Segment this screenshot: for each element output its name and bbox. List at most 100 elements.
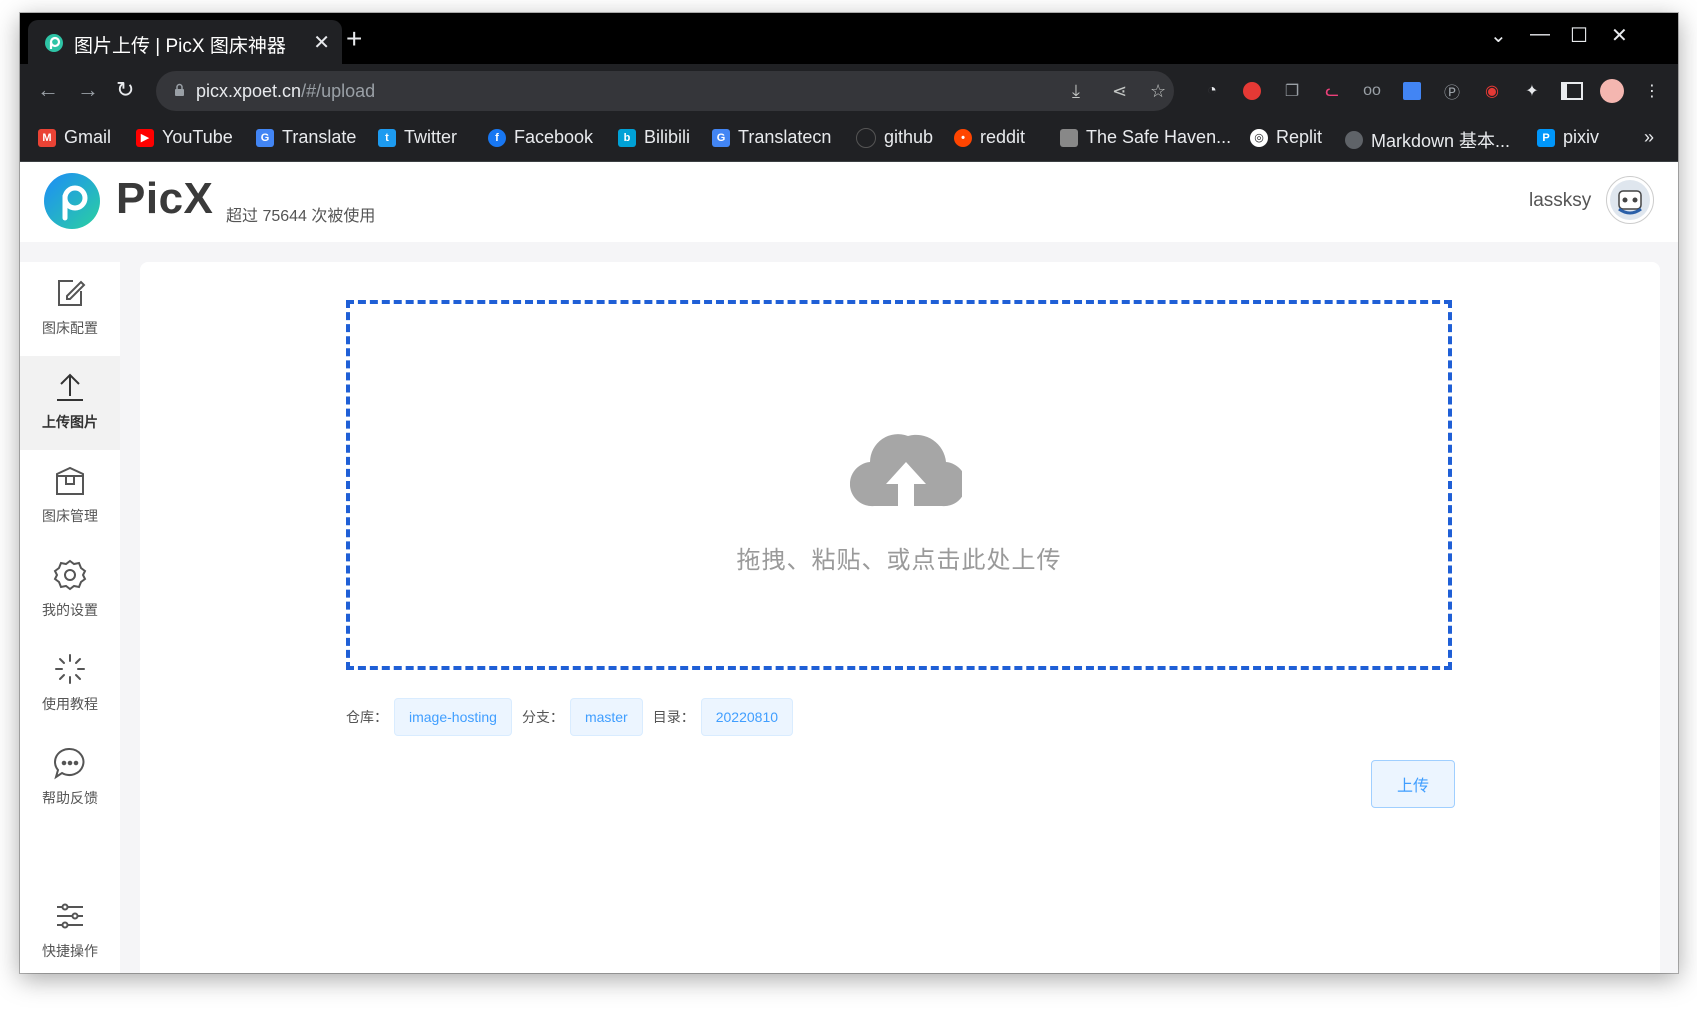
dir-label: 目录： (652, 709, 695, 725)
sliders-icon (57, 903, 83, 929)
repo-label: 仓库： (346, 709, 388, 725)
bookmark-translatecn[interactable]: G Translatecn (712, 127, 831, 148)
install-app-icon[interactable]: ⤓ (1072, 81, 1080, 102)
sidebar-item-tutorial[interactable]: 使用教程 (20, 638, 120, 732)
browser-tab[interactable]: 图片上传 | PicX 图床神器 ✕ (28, 20, 342, 64)
bookmark-star-icon[interactable]: ☆ (1150, 81, 1166, 102)
extension-p-icon[interactable]: Ⓟ (1440, 79, 1464, 103)
sidebar-item-label: 我的设置 (42, 602, 98, 618)
loading-icon (55, 654, 85, 684)
bookmark-youtube[interactable]: ▶ YouTube (136, 127, 233, 148)
forward-icon[interactable]: → (77, 78, 99, 102)
bookmark-translate[interactable]: G Translate (256, 127, 356, 148)
sidebar-item-feedback[interactable]: 帮助反馈 (20, 732, 120, 826)
sidebar-item-shortcuts[interactable]: 快捷操作 (20, 885, 120, 973)
profile-avatar[interactable] (1600, 79, 1624, 103)
bookmark-label: Replit (1276, 127, 1323, 147)
extension-glasses-icon[interactable]: oo (1360, 79, 1384, 103)
extension-weibo-icon[interactable]: ◉ (1480, 79, 1504, 103)
browser-toolbar: ← → ↻ picx.xpoet.cn/#/upload ⤓ ⋖ ☆ ◔ ❐ ᓚ… (20, 64, 1678, 118)
bookmark-facebook[interactable]: f Facebook (488, 127, 593, 148)
browser-window: 图片上传 | PicX 图床神器 ✕ + ⌄ — ☐ ✕ ← → ↻ picx.… (20, 13, 1678, 973)
extension-cat-icon[interactable]: ᓚ (1320, 79, 1344, 103)
bookmark-bilibili[interactable]: b Bilibili (618, 127, 690, 148)
extensions-puzzle-icon[interactable]: ✦ (1520, 79, 1544, 103)
new-tab-button[interactable]: + (346, 25, 362, 53)
tab-close-icon[interactable]: ✕ (313, 30, 330, 55)
sidebar-item-label: 快捷操作 (42, 943, 98, 959)
repo-tag: image-hosting (394, 698, 512, 736)
bookmark-label: pixiv (1563, 127, 1600, 147)
bookmark-github[interactable]: github (856, 127, 933, 148)
close-window-icon[interactable]: ✕ (1611, 23, 1628, 48)
bookmark-label: Markdown 基本... (1371, 131, 1511, 151)
brand-name: PicX (116, 174, 214, 223)
picx-logo[interactable] (43, 172, 101, 230)
username[interactable]: lassksy (1529, 190, 1591, 212)
tab-title: 图片上传 | PicX 图床神器 (74, 36, 286, 57)
url-text: picx.xpoet.cn/#/upload (196, 81, 375, 102)
gear-icon (53, 559, 87, 591)
sidebar-item-manage[interactable]: 图床管理 (20, 450, 120, 544)
bookmark-safe-haven[interactable]: The Safe Haven... (1060, 127, 1231, 148)
bookmark-label: The Safe Haven... (1086, 127, 1232, 147)
tab-search-icon[interactable]: ⌄ (1490, 23, 1507, 48)
extension-adblock-icon[interactable] (1240, 79, 1264, 103)
sidebar: 图床配置 上传图片 图床管理 我的设置 使用教程 帮助反馈 快捷操作 (20, 262, 120, 973)
extension-performance-icon[interactable]: ◔ (1200, 79, 1224, 103)
bookmark-label: Gmail (64, 127, 112, 147)
page: PicX 超过 75644 次被使用 lassksy 图床配置 上传图片 图床管… (20, 162, 1678, 973)
bookmark-twitter[interactable]: t Twitter (378, 127, 457, 148)
browser-menu-icon[interactable]: ⋮ (1640, 79, 1664, 103)
dropzone-hint: 拖拽、粘贴、或点击此处上传 (736, 547, 1062, 574)
edit-icon (58, 280, 86, 306)
markdown-icon (1345, 131, 1363, 149)
address-bar[interactable]: picx.xpoet.cn/#/upload ⤓ ⋖ ☆ (156, 71, 1174, 111)
bookmark-label: Translate (282, 127, 357, 147)
upload-panel: 拖拽、粘贴、或点击此处上传 仓库： image-hosting 分支： mast… (140, 262, 1660, 973)
upload-dropzone[interactable]: 拖拽、粘贴、或点击此处上传 (346, 300, 1452, 670)
bookmark-label: YouTube (162, 127, 233, 147)
chat-icon (54, 747, 85, 780)
replit-icon: ◎ (1250, 128, 1268, 147)
bookmark-label: reddit (980, 127, 1026, 147)
bookmark-reddit[interactable]: • reddit (954, 127, 1025, 148)
share-icon[interactable]: ⋖ (1112, 81, 1127, 102)
twitter-icon: t (378, 128, 396, 147)
sidebar-item-label: 图床管理 (42, 508, 98, 524)
sidebar-item-upload[interactable]: 上传图片 (20, 356, 120, 450)
bookmark-markdown[interactable]: Markdown 基本... (1345, 127, 1510, 153)
extension-translate-icon[interactable] (1400, 79, 1424, 103)
bookmark-label: Bilibili (644, 127, 691, 147)
upload-button[interactable]: 上传 (1371, 760, 1455, 808)
avatar-image (1610, 180, 1650, 220)
side-panel-icon[interactable] (1560, 79, 1584, 103)
google-translate-icon: G (712, 128, 730, 147)
bookmark-replit[interactable]: ◎ Replit (1250, 127, 1322, 148)
extension-copy-icon[interactable]: ❐ (1280, 79, 1304, 103)
usage-count: 超过 75644 次被使用 (226, 208, 376, 225)
branch-label: 分支： (521, 709, 564, 725)
back-icon[interactable]: ← (37, 78, 59, 102)
google-translate-icon: G (256, 128, 274, 147)
minimize-icon[interactable]: — (1530, 23, 1550, 46)
bookmark-label: Facebook (514, 127, 594, 147)
bookmarks-overflow-button[interactable]: » (1644, 127, 1654, 148)
picx-favicon-icon (45, 34, 63, 52)
upload-target-info: 仓库： image-hosting 分支： master 目录： 2022081… (346, 698, 803, 736)
upload-icon (57, 373, 83, 401)
tab-strip: 图片上传 | PicX 图床神器 ✕ + ⌄ — ☐ ✕ (20, 13, 1678, 64)
youtube-icon: ▶ (136, 128, 154, 147)
bookmark-gmail[interactable]: M Gmail (38, 127, 111, 148)
sidebar-item-config[interactable]: 图床配置 (20, 262, 120, 356)
maximize-icon[interactable]: ☐ (1570, 23, 1588, 48)
pixiv-icon: P (1537, 128, 1555, 147)
bilibili-icon: b (618, 128, 636, 147)
bookmark-label: github (884, 127, 934, 147)
bookmark-pixiv[interactable]: Ppixiv (1537, 127, 1599, 148)
reload-icon[interactable]: ↻ (116, 78, 134, 102)
user-avatar[interactable] (1606, 176, 1654, 224)
facebook-icon: f (488, 128, 506, 147)
url-path: /#/upload (301, 81, 376, 101)
sidebar-item-settings[interactable]: 我的设置 (20, 544, 120, 638)
